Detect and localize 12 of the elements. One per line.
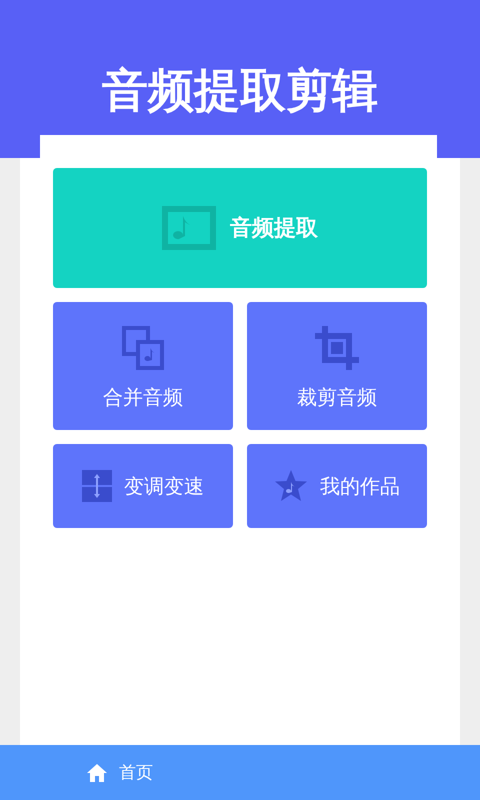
crop-icon: [315, 326, 359, 370]
app-title: 音频提取剪辑: [101, 62, 379, 119]
up-down-arrow-icon: [82, 470, 112, 502]
feature-button[interactable]: 我的作品: [247, 444, 427, 528]
merge-music-icon: [122, 326, 164, 370]
feature-button[interactable]: 合并音频: [53, 302, 233, 430]
music-picture-icon: [162, 206, 216, 250]
home-icon: [87, 764, 107, 782]
feature-button[interactable]: 变调变速: [53, 444, 233, 528]
feature-button[interactable]: 裁剪音频: [247, 302, 427, 430]
star-music-icon: [274, 469, 308, 503]
home-tab[interactable]: 首页: [0, 745, 240, 800]
